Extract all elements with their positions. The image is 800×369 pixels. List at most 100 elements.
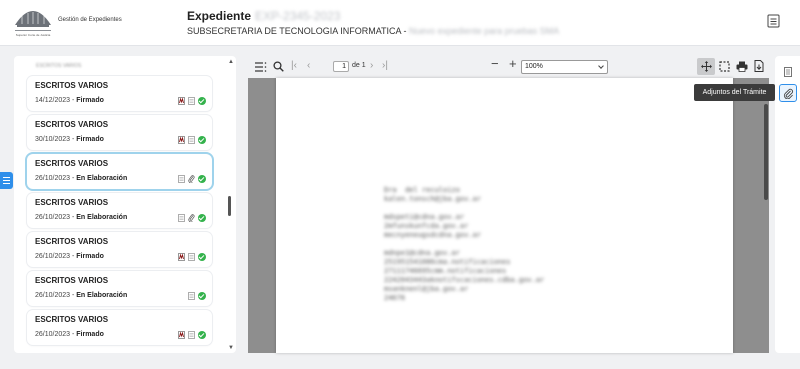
app-name: Gestión de Expedientes: [58, 17, 122, 23]
sidebar-toggle-button[interactable]: [0, 172, 13, 189]
app-header: Superior Corte de Justicia Gestión de Ex…: [0, 0, 800, 46]
attachments-button[interactable]: [779, 84, 797, 102]
document-icons: [178, 253, 206, 261]
document-list-item[interactable]: ESCRITOS VARIOS 14/12/2023 - Firmado: [27, 76, 212, 111]
document-icon[interactable]: [188, 331, 195, 339]
document-icon[interactable]: [188, 253, 195, 261]
viewer-scroll-thumb[interactable]: [764, 104, 768, 200]
scroll-up-icon[interactable]: ▲: [228, 59, 234, 65]
document-meta: 26/10/2023 - Firmado: [35, 331, 104, 338]
document-icons: [178, 331, 206, 339]
pdf-text-line: kalen.tonsch@jba.gov.ar: [384, 195, 481, 203]
zoom-select[interactable]: 100%: [521, 60, 608, 74]
svg-text:Superior Corte de Justicia: Superior Corte de Justicia: [16, 33, 51, 37]
zoom-out-icon[interactable]: −: [491, 57, 499, 71]
document-icons: [178, 175, 206, 183]
document-meta: 26/10/2023 - En Elaboración: [35, 175, 127, 182]
document-list-item[interactable]: ESCRITOS VARIOS 30/10/2023 - Firmado: [27, 115, 212, 150]
document-title: ESCRITOS VARIOS: [35, 120, 109, 129]
pdf-text-line: [384, 204, 544, 213]
pdf-text-line: [384, 240, 544, 249]
document-icon[interactable]: [178, 175, 185, 183]
document-date: 30/10/2023 -: [35, 136, 77, 143]
last-page-icon[interactable]: ›|: [382, 59, 388, 73]
document-title: ESCRITOS VARIOS: [35, 237, 109, 246]
attachments-tooltip: Adjuntos del Trámite: [694, 84, 779, 101]
viewer-toolbar: [248, 56, 768, 78]
document-title: ESCRITOS VARIOS: [35, 198, 109, 207]
document-meta: 26/10/2023 - En Elaboración: [35, 214, 127, 221]
documents-list: ESCRITOS VARIOS ESCRITOS VARIOS 14/12/202…: [14, 56, 236, 353]
signature-icon[interactable]: [178, 136, 185, 144]
page-title: Expediente EXP-2345-2023: [187, 9, 341, 23]
print-icon[interactable]: [736, 61, 748, 72]
document-icons: [188, 292, 206, 300]
document-title: ESCRITOS VARIOS: [35, 315, 109, 324]
pdf-text-line: mecnyeneugsdcdna.gov.ar: [384, 231, 481, 239]
signed-check-icon[interactable]: [198, 175, 206, 183]
outline-toggle-icon[interactable]: [255, 62, 267, 72]
signed-check-icon[interactable]: [198, 97, 206, 105]
document-details-button[interactable]: [779, 63, 797, 81]
scroll-down-icon[interactable]: ▼: [228, 345, 234, 351]
signature-icon[interactable]: [178, 331, 185, 339]
signed-check-icon[interactable]: [198, 331, 206, 339]
attachment-icon[interactable]: [188, 214, 195, 222]
move-icon[interactable]: [701, 61, 712, 72]
expediente-caption: Nuevo expediente para pruebas SMA: [409, 26, 560, 36]
document-meta: 26/10/2023 - En Elaboración: [35, 292, 127, 299]
next-page-icon[interactable]: ›: [370, 59, 373, 73]
page-count: de 1: [352, 62, 366, 69]
paperclip-icon: [783, 88, 793, 99]
document-date: 26/10/2023 -: [35, 331, 77, 338]
document-icon[interactable]: [178, 214, 185, 222]
document-list-item[interactable]: ESCRITOS VARIOS 26/10/2023 - Firmado: [27, 232, 212, 267]
prev-page-icon[interactable]: ‹: [307, 59, 310, 73]
signed-check-icon[interactable]: [198, 292, 206, 300]
document-status: En Elaboración: [76, 292, 128, 299]
document-icon[interactable]: [188, 292, 195, 300]
signed-check-icon[interactable]: [198, 136, 206, 144]
document-meta: 30/10/2023 - Firmado: [35, 136, 104, 143]
document-status: Firmado: [76, 331, 104, 338]
signed-check-icon[interactable]: [198, 253, 206, 261]
pdf-text-line: 251951541086cma.notificaciones: [384, 258, 511, 266]
document-icon[interactable]: [188, 136, 195, 144]
document-list-item[interactable]: ESCRITOS VARIOS 26/10/2023 - En Elaboraci…: [27, 271, 212, 306]
document-date: 26/10/2023 -: [35, 175, 77, 182]
page-subtitle: SUBSECRETARIA DE TECNOLOGIA INFORMATICA …: [187, 26, 560, 36]
document-meta: 14/12/2023 - Firmado: [35, 97, 104, 104]
document-status: Firmado: [76, 97, 104, 104]
document-icon[interactable]: [188, 97, 195, 105]
document-status: En Elaboración: [76, 214, 128, 221]
details-menu-icon[interactable]: [767, 14, 780, 28]
attachment-icon[interactable]: [188, 175, 195, 183]
document-icons: [178, 214, 206, 222]
select-area-icon[interactable]: [719, 61, 730, 72]
document-title: ESCRITOS VARIOS: [35, 159, 109, 168]
document-status: Firmado: [76, 253, 104, 260]
document-list-item[interactable]: ESCRITOS VARIOS 26/10/2023 - En Elaboraci…: [27, 154, 212, 189]
document-status: Firmado: [76, 136, 104, 143]
list-item-partial: ESCRITOS VARIOS: [36, 63, 82, 69]
pdf-text-line: Dra del reculoizo: [384, 186, 460, 194]
document-icon: [784, 67, 792, 77]
document-list-item[interactable]: ESCRITOS VARIOS 26/10/2023 - En Elaboraci…: [27, 193, 212, 228]
search-icon[interactable]: [273, 61, 284, 72]
document-icons: [178, 136, 206, 144]
zoom-in-icon[interactable]: +: [509, 57, 517, 71]
documents-scroll-thumb[interactable]: [228, 196, 231, 216]
document-title: ESCRITOS VARIOS: [35, 81, 109, 90]
document-list-item[interactable]: ESCRITOS VARIOS 26/10/2023 - Firmado: [27, 310, 212, 345]
signature-icon[interactable]: [178, 97, 185, 105]
download-icon[interactable]: [754, 60, 764, 72]
first-page-icon[interactable]: |‹: [291, 59, 297, 73]
document-date: 26/10/2023 -: [35, 253, 77, 260]
page-number-input[interactable]: 1: [333, 61, 349, 72]
signed-check-icon[interactable]: [198, 214, 206, 222]
pdf-viewer[interactable]: Dra del reculoizo kalen.tonsch@jba.gov.ar…: [248, 78, 769, 353]
document-icons: [178, 97, 206, 105]
court-logo: Superior Corte de Justicia: [15, 11, 51, 37]
pdf-text-line: 27111746695cmm.notificaciones: [384, 267, 507, 275]
signature-icon[interactable]: [178, 253, 185, 261]
